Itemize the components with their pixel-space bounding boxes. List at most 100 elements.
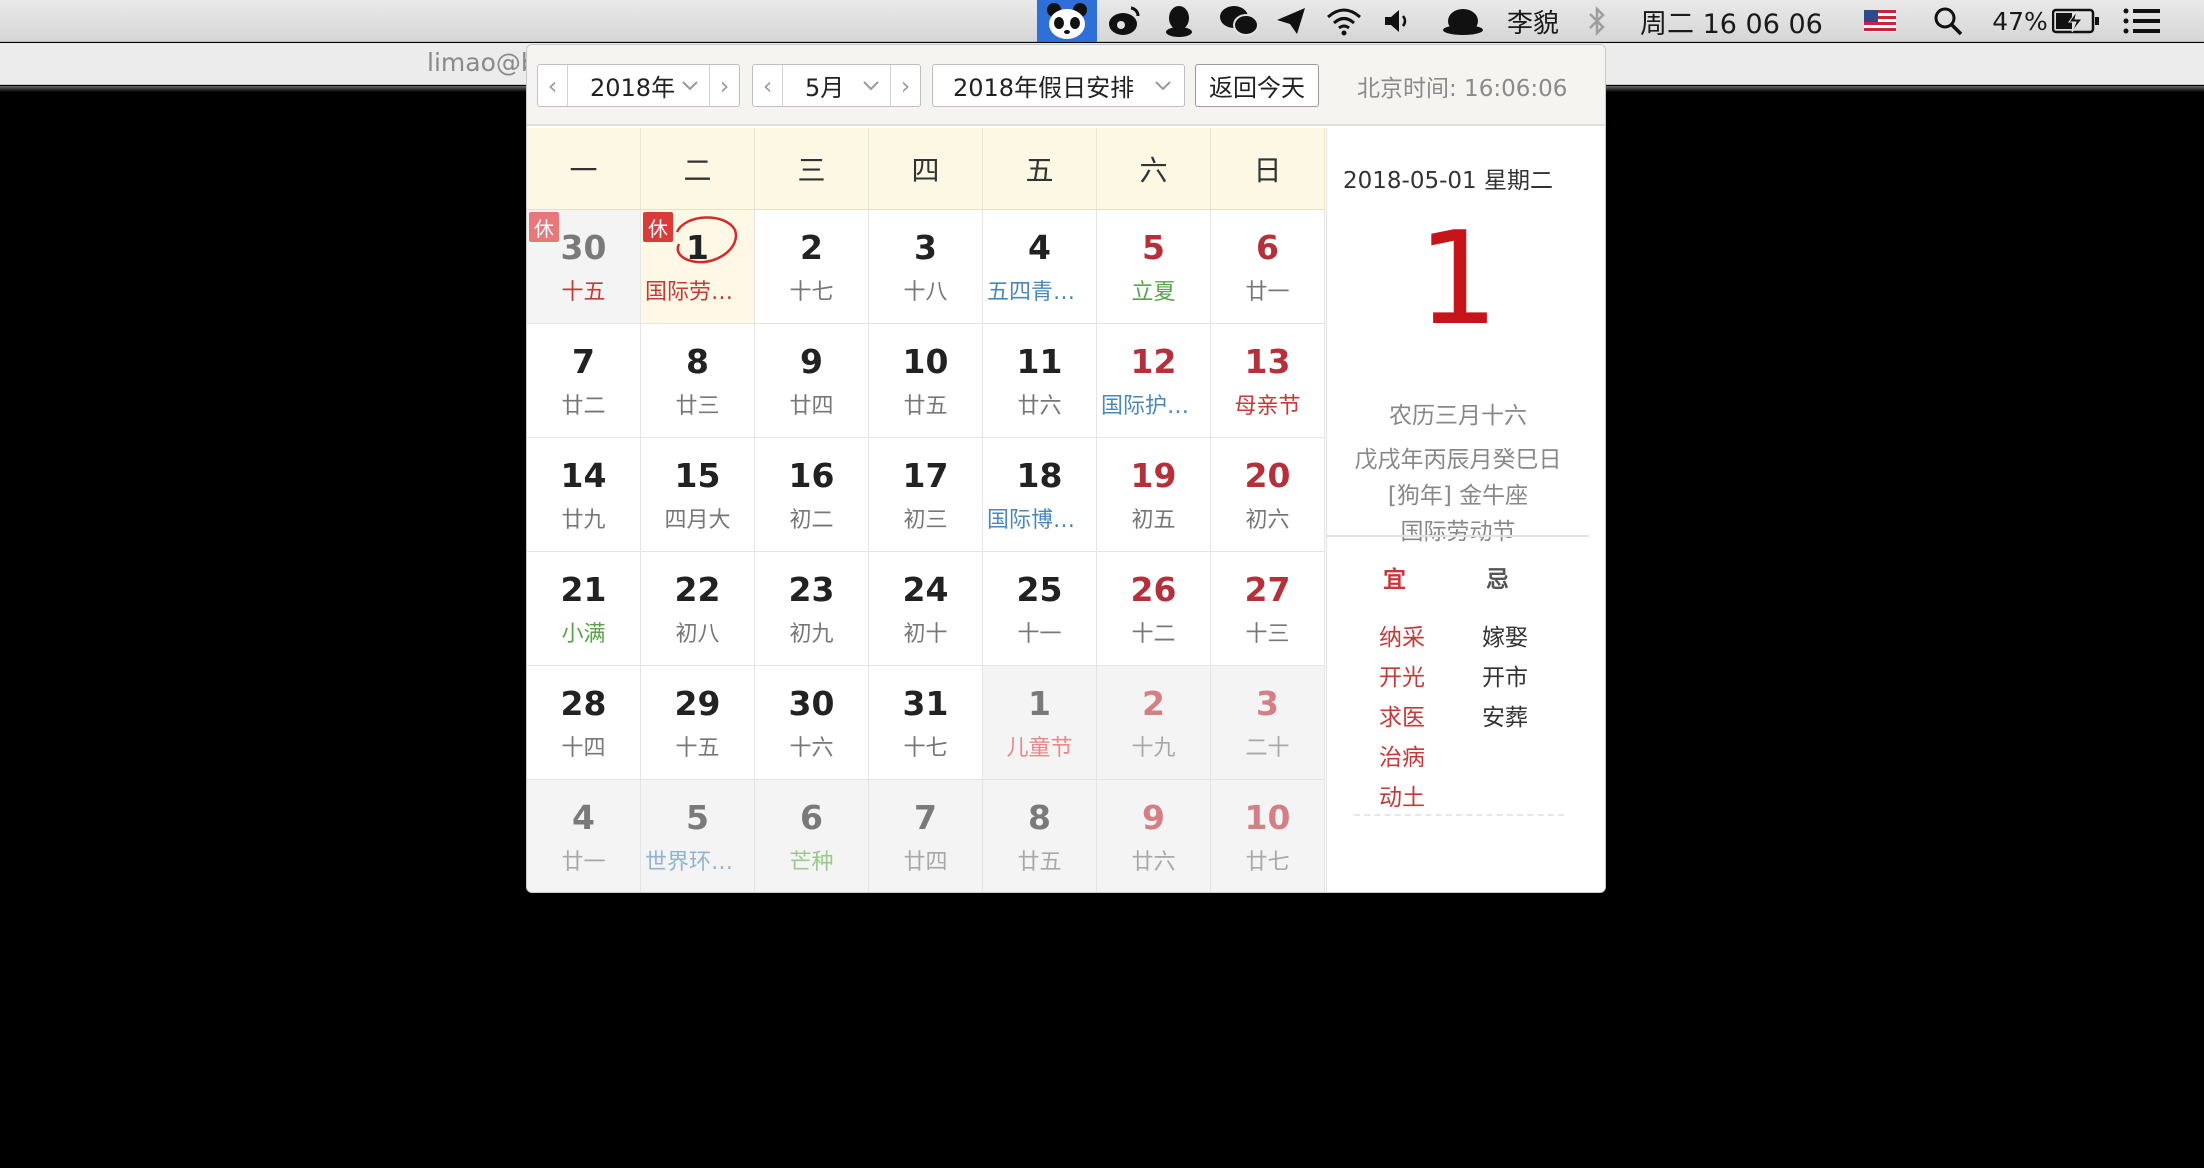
day-number: 2: [1142, 684, 1165, 723]
day-cell[interactable]: 19 初五: [1097, 438, 1211, 552]
day-cell[interactable]: 3 二十: [1211, 666, 1325, 780]
day-cell[interactable]: 30 十六: [755, 666, 869, 780]
month-select[interactable]: 5月: [805, 65, 844, 106]
yi-item: 开光: [1379, 665, 1425, 691]
menubar-clock[interactable]: 周二 16 06 06: [1640, 0, 1840, 42]
day-lunar-label: 廿五: [1017, 850, 1062, 875]
day-cell-selected[interactable]: 1 国际劳动节休: [641, 210, 755, 324]
day-cell[interactable]: 27 十三: [1211, 552, 1325, 666]
day-cell[interactable]: 30 十五休: [527, 210, 641, 324]
chevron-right-icon: ›: [900, 71, 911, 100]
day-cell[interactable]: 3 十八: [869, 210, 983, 324]
qq-icon[interactable]: [1160, 0, 1198, 42]
day-number: 8: [1028, 798, 1051, 837]
wechat-icon[interactable]: [1216, 0, 1262, 42]
day-number: 25: [1016, 570, 1063, 609]
day-cell[interactable]: 23 初九: [755, 552, 869, 666]
prev-month-button[interactable]: ‹: [753, 65, 783, 106]
day-cell[interactable]: 25 十一: [983, 552, 1097, 666]
holiday-select[interactable]: 2018年假日安排: [953, 65, 1134, 106]
day-cell[interactable]: 4 廿一: [527, 780, 641, 892]
day-lunar-label: 廿二: [561, 394, 606, 419]
menubar-user-name[interactable]: 李貌: [1498, 0, 1568, 42]
day-cell[interactable]: 18 国际博物馆日: [983, 438, 1097, 552]
next-month-button[interactable]: ›: [890, 65, 920, 106]
day-cell[interactable]: 7 廿二: [527, 324, 641, 438]
day-lunar-label: 初六: [1245, 508, 1290, 533]
day-number: 16: [788, 456, 835, 495]
day-lunar-label: 廿九: [561, 508, 606, 533]
day-lunar-label: 十一: [1017, 622, 1062, 647]
day-cell[interactable]: 10 廿五: [869, 324, 983, 438]
day-cell[interactable]: 29 十五: [641, 666, 755, 780]
bluetooth-icon[interactable]: [1582, 0, 1612, 42]
day-cell[interactable]: 15 四月大: [641, 438, 755, 552]
month-dropdown-icon[interactable]: [863, 65, 879, 106]
day-cell[interactable]: 20 初六: [1211, 438, 1325, 552]
day-cell[interactable]: 26 十二: [1097, 552, 1211, 666]
day-lunar-label: 十八: [903, 280, 948, 305]
year-dropdown-icon[interactable]: [682, 65, 698, 106]
day-lunar-label: 初十: [903, 622, 948, 647]
day-number: 18: [1016, 456, 1063, 495]
day-cell[interactable]: 9 廿四: [755, 324, 869, 438]
back-to-today-button[interactable]: 返回今天: [1195, 64, 1319, 107]
day-number: 5: [686, 798, 709, 837]
day-lunar-label: 立夏: [1131, 280, 1176, 305]
day-cell[interactable]: 13 母亲节: [1211, 324, 1325, 438]
volume-icon[interactable]: [1380, 0, 1416, 42]
panda-app-icon[interactable]: [1037, 0, 1097, 42]
chevron-left-icon: ‹: [762, 71, 773, 100]
day-cell[interactable]: 22 初八: [641, 552, 755, 666]
day-lunar-label: 廿五: [903, 394, 948, 419]
holiday-dropdown-icon[interactable]: [1155, 65, 1171, 106]
day-cell[interactable]: 7 廿四: [869, 780, 983, 892]
us-flag-icon[interactable]: [1862, 0, 1898, 42]
day-cell[interactable]: 4 五四青年节: [983, 210, 1097, 324]
day-cell[interactable]: 8 廿三: [641, 324, 755, 438]
day-cell[interactable]: 2 十九: [1097, 666, 1211, 780]
day-cell[interactable]: 10 廿七: [1211, 780, 1325, 892]
day-number: 14: [560, 456, 607, 495]
weibo-icon[interactable]: [1104, 0, 1144, 42]
day-cell[interactable]: 8 廿五: [983, 780, 1097, 892]
day-cell[interactable]: 31 十七: [869, 666, 983, 780]
notification-center-icon[interactable]: [2120, 0, 2164, 42]
spotlight-search-icon[interactable]: [1930, 0, 1966, 42]
day-cell[interactable]: 5 立夏: [1097, 210, 1211, 324]
day-cell[interactable]: 6 廿一: [1211, 210, 1325, 324]
day-cell[interactable]: 14 廿九: [527, 438, 641, 552]
day-cell[interactable]: 21 小满: [527, 552, 641, 666]
day-number: 17: [902, 456, 949, 495]
day-cell[interactable]: 11 廿六: [983, 324, 1097, 438]
day-cell[interactable]: 1 儿童节: [983, 666, 1097, 780]
day-cell[interactable]: 6 芒种: [755, 780, 869, 892]
battery-charging-icon[interactable]: [2050, 0, 2102, 42]
day-cell[interactable]: 17 初三: [869, 438, 983, 552]
day-lunar-label: 廿一: [1245, 280, 1290, 305]
day-lunar-label: 十六: [789, 736, 834, 761]
day-cell[interactable]: 28 十四: [527, 666, 641, 780]
holiday-selector[interactable]: 2018年假日安排: [932, 64, 1185, 107]
day-lunar-label: 芒种: [789, 850, 834, 875]
day-lunar-label: 廿三: [675, 394, 720, 419]
day-cell[interactable]: 2 十七: [755, 210, 869, 324]
prev-year-button[interactable]: ‹: [538, 65, 568, 106]
battery-percent[interactable]: 47%: [1990, 0, 2050, 42]
detail-big-day: 1: [1417, 205, 1499, 354]
calendar-popup: ‹ 2018年 › ‹ 5月 › 2018年假日安排 返回今天 北京时间: 16…: [526, 44, 1606, 893]
user-avatar-icon[interactable]: [1440, 0, 1486, 42]
day-cell[interactable]: 5 世界环境日: [641, 780, 755, 892]
yi-item: 动土: [1379, 785, 1425, 811]
day-cell[interactable]: 16 初二: [755, 438, 869, 552]
ji-item: 开市: [1482, 665, 1528, 691]
year-select[interactable]: 2018年: [590, 65, 675, 106]
next-year-button[interactable]: ›: [709, 65, 739, 106]
day-cell[interactable]: 24 初十: [869, 552, 983, 666]
terminal-title: limao@b: [427, 48, 537, 77]
day-cell[interactable]: 9 廿六: [1097, 780, 1211, 892]
wifi-icon[interactable]: [1322, 0, 1366, 42]
send-icon[interactable]: [1272, 0, 1310, 42]
day-cell[interactable]: 12 国际护士节: [1097, 324, 1211, 438]
day-lunar-label: 儿童节: [1006, 736, 1073, 761]
